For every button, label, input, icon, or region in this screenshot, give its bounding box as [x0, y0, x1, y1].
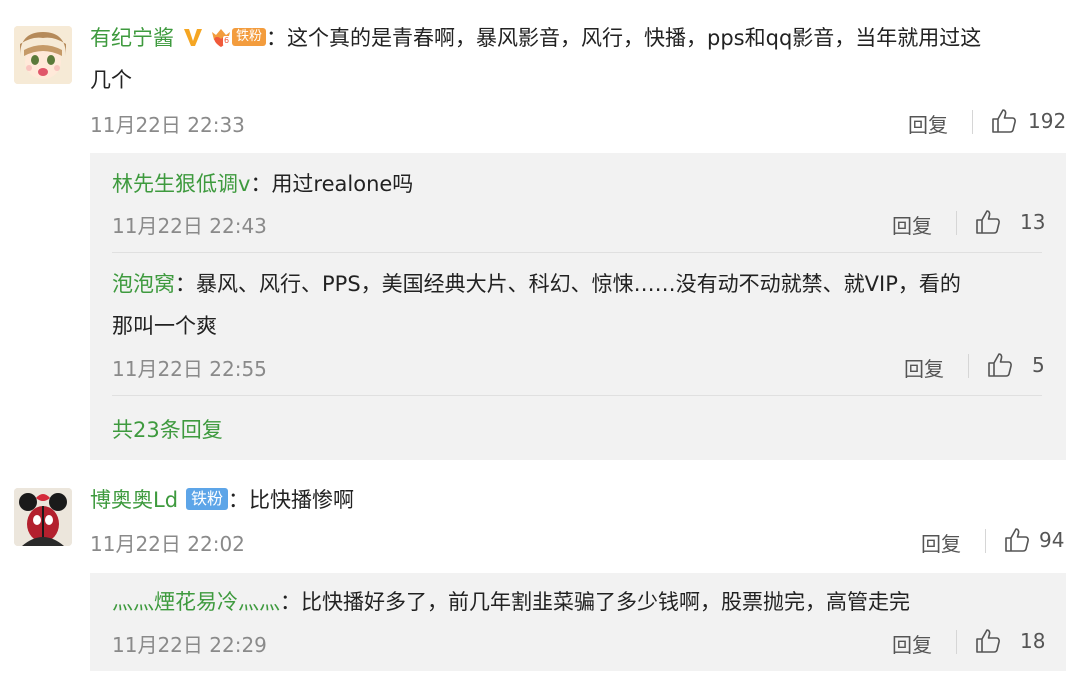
reply-divider	[112, 395, 1042, 396]
username-link[interactable]: 博奥奥Ld	[90, 484, 178, 514]
avatar-boaoaold[interactable]	[14, 488, 72, 546]
colon: ：	[175, 272, 196, 296]
username-link[interactable]: 泡泡窝	[112, 272, 175, 296]
reply-text: 比快播好多了，前几年割韭菜骗了多少钱啊，股票抛完，高管走完	[301, 590, 910, 614]
fan-badge: 铁粉	[186, 488, 229, 510]
colon: ：	[250, 172, 272, 196]
like-button[interactable]: 94	[1003, 526, 1064, 554]
reply-text: 暴风、风行、PPS，美国经典大片、科幻、惊悚……没有动不动就禁、就VIP，看的	[196, 272, 961, 296]
like-count: 13	[1020, 210, 1046, 234]
reply-text-continued: 那叫一个爽	[112, 314, 217, 338]
reply-button[interactable]: 回复	[908, 109, 948, 138]
reply-button[interactable]: 回复	[892, 210, 932, 239]
action-separator	[956, 211, 957, 235]
thumbs-up-icon	[988, 353, 1012, 377]
reply-item: 林先生狠低调v：用过realone吗	[112, 168, 413, 198]
reply-text: 用过realone吗	[271, 172, 414, 196]
reply-time: 11月22日 22:43	[112, 214, 267, 238]
fan-badge: 6 铁粉	[210, 26, 267, 48]
fan-level-mark: 6	[223, 36, 231, 46]
reply-item: 灬灬煙花易冷灬灬：比快播好多了，前几年割韭菜骗了多少钱啊，股票抛完，高管走完	[112, 586, 910, 616]
comment-time: 11月22日 22:33	[90, 113, 245, 137]
thumbs-up-icon	[992, 109, 1016, 133]
like-button[interactable]: 192	[990, 107, 1066, 135]
thumbs-up-icon	[976, 629, 1000, 653]
like-button[interactable]: 18	[974, 627, 1045, 655]
action-separator	[956, 630, 957, 654]
reply-button[interactable]: 回复	[892, 629, 932, 658]
action-separator	[972, 110, 973, 134]
like-count: 18	[1020, 629, 1046, 653]
reply-item: 泡泡窝：暴风、风行、PPS，美国经典大片、科幻、惊悚……没有动不动就禁、就VIP…	[112, 268, 961, 298]
colon: ：	[228, 488, 250, 512]
colon: ：	[266, 26, 288, 50]
reply-button[interactable]: 回复	[921, 528, 961, 557]
like-count: 192	[1028, 109, 1067, 133]
crown-heart-icon: 6	[210, 26, 232, 48]
view-all-replies-link[interactable]: 共23条回复	[112, 414, 223, 444]
fan-badge-label: 铁粉	[232, 28, 267, 46]
reply-list	[90, 153, 1066, 460]
comment-header-2: 博奥奥Ld 铁粉 ： 比快播惨啊	[90, 484, 354, 514]
action-separator	[985, 529, 986, 553]
reply-time: 11月22日 22:29	[112, 633, 267, 657]
thumbs-up-icon	[1005, 528, 1029, 552]
reply-divider	[112, 252, 1042, 253]
username-link[interactable]: 灬灬煙花易冷灬灬	[112, 590, 280, 614]
action-separator	[968, 354, 969, 378]
like-count: 94	[1039, 528, 1065, 552]
comment-time: 11月22日 22:02	[90, 532, 245, 556]
like-count: 5	[1032, 353, 1045, 377]
like-button[interactable]: 13	[974, 208, 1045, 236]
verified-v-icon	[182, 26, 204, 48]
colon: ：	[280, 590, 301, 614]
comment-header-1: 有纪宁酱 6 铁粉 ： 这个真的是青春啊，暴风影音，风行，快播，pps和qq影音…	[90, 22, 981, 52]
anime-avatar-icon	[14, 26, 72, 84]
like-button[interactable]: 5	[986, 351, 1045, 379]
username-link[interactable]: 有纪宁酱	[90, 22, 174, 52]
avatar-youjiningjiang[interactable]	[14, 26, 72, 84]
thumbs-up-icon	[976, 210, 1000, 234]
comment-text-continued: 几个	[90, 68, 132, 92]
username-link[interactable]: 林先生狠低调v	[112, 172, 250, 196]
reply-time: 11月22日 22:55	[112, 357, 267, 381]
character-avatar-icon	[14, 488, 72, 546]
comment-text: 这个真的是青春啊，暴风影音，风行，快播，pps和qq影音，当年就用过这	[287, 26, 982, 50]
comment-text: 比快播惨啊	[249, 488, 355, 512]
reply-button[interactable]: 回复	[904, 353, 944, 382]
